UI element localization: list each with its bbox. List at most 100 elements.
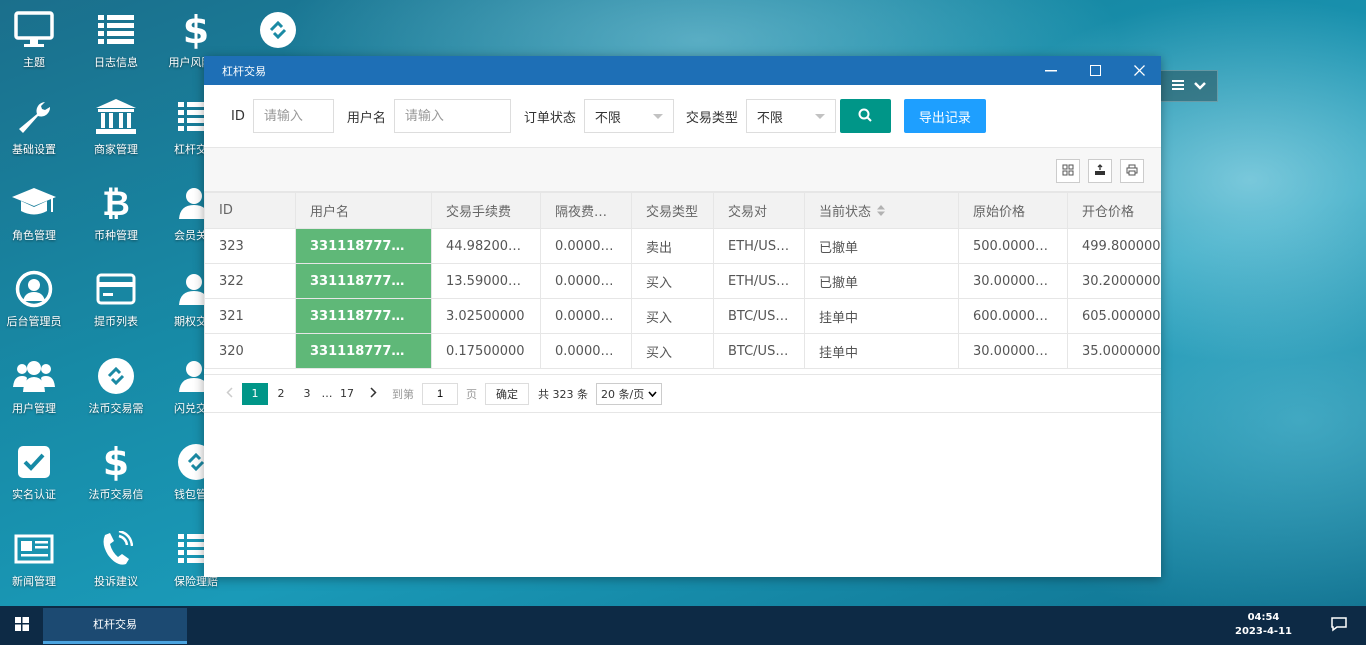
start-button[interactable] xyxy=(0,606,43,645)
desktop-icon-19[interactable]: 新闻管理 xyxy=(0,521,74,601)
columns-icon xyxy=(1062,164,1074,179)
cell-trade-type: 买入 xyxy=(631,333,714,369)
cell-pair: ETH/USDT xyxy=(713,263,805,299)
minimize-button[interactable] xyxy=(1029,56,1073,85)
top-menu-button[interactable] xyxy=(1160,70,1218,102)
page-size-value: 20 条/页 xyxy=(601,387,645,401)
table-row[interactable]: 321331118777@qq.com3.025000000.00000000买… xyxy=(204,298,1161,334)
cell-fee: 0.17500000 xyxy=(431,333,541,369)
chevron-left-icon xyxy=(225,386,233,401)
column-header-original-price[interactable]: 原始价格 xyxy=(958,192,1068,229)
users-icon xyxy=(12,354,56,398)
export-button[interactable] xyxy=(1088,159,1112,183)
desktop-icon-label: 币种管理 xyxy=(94,229,138,242)
dollar-icon: $ xyxy=(174,8,218,52)
goto-confirm-button[interactable]: 确定 xyxy=(485,382,529,405)
maximize-button[interactable] xyxy=(1073,56,1117,85)
close-button[interactable] xyxy=(1117,56,1161,85)
column-header-fee[interactable]: 交易手续费 xyxy=(431,192,541,229)
cell-trade-type: 买入 xyxy=(631,298,714,334)
desktop-icon-20[interactable]: 投诉建议 xyxy=(76,521,156,601)
chevron-down-icon xyxy=(1194,79,1206,93)
column-header-open-price[interactable]: 开仓价格 xyxy=(1067,192,1161,229)
column-header-trade-type[interactable]: 交易类型 xyxy=(631,192,714,229)
system-clock[interactable]: 04:54 2023-4-11 xyxy=(1235,611,1292,639)
desktop-icon-13[interactable]: 用户管理 xyxy=(0,348,74,428)
bank-icon xyxy=(94,95,138,139)
desktop-icon-label: 实名认证 xyxy=(12,488,56,501)
column-header-overnight-fee[interactable]: 隔夜费金额 xyxy=(540,192,632,229)
graduation-cap-icon xyxy=(12,181,56,225)
cell-status: 挂单中 xyxy=(804,333,959,369)
page-2-button[interactable]: 2 xyxy=(268,383,294,405)
columns-filter-button[interactable] xyxy=(1056,159,1080,183)
print-button[interactable] xyxy=(1120,159,1144,183)
window-titlebar[interactable]: 杠杆交易 xyxy=(204,56,1161,85)
desktop-icon-label: 用户管理 xyxy=(12,402,56,415)
column-header-status[interactable]: 当前状态 xyxy=(804,192,959,229)
cell-overnight-fee: 0.00000000 xyxy=(540,298,632,334)
sort-icon[interactable] xyxy=(877,205,886,220)
cell-pair: ETH/USDT xyxy=(713,228,805,264)
desktop-icon-5[interactable]: 商家管理 xyxy=(76,89,156,169)
column-header-id[interactable]: ID xyxy=(204,192,296,229)
search-button[interactable] xyxy=(839,99,891,133)
table-row[interactable]: 323331118777@qq.com44.982000000.00000000… xyxy=(204,228,1161,264)
column-header-pair[interactable]: 交易对 xyxy=(713,192,805,229)
table-scroll-area[interactable]: ID 用户名 交易手续费 隔夜费金额 交易类型 交易对 当前状态 原始价格 开仓… xyxy=(204,192,1161,374)
cell-original-price: 600.00000000 xyxy=(958,298,1068,334)
trade-type-label: 交易类型 xyxy=(685,110,738,126)
cell-username: 331118777@qq.com xyxy=(295,263,432,299)
user-circle-icon xyxy=(12,267,56,311)
dollar-icon: $ xyxy=(94,440,138,484)
cell-trade-type: 买入 xyxy=(631,263,714,299)
svg-text:₿: ₿ xyxy=(102,184,130,222)
desktop-icon-1[interactable]: 日志信息 xyxy=(76,2,156,82)
desktop-icon-11[interactable]: 提币列表 xyxy=(76,261,156,341)
desktop-icon-7[interactable]: 角色管理 xyxy=(0,175,74,255)
desktop-icon-label: 商家管理 xyxy=(94,143,138,156)
desktop-icon-14[interactable]: 法币交易需 xyxy=(76,348,156,428)
username-label: 用户名 xyxy=(346,110,386,126)
page-17-button[interactable]: 17 xyxy=(334,383,360,405)
page-suffix-label: 页 xyxy=(466,387,477,401)
desktop-icon-label: 新闻管理 xyxy=(12,575,56,588)
cell-pair: BTC/USDT xyxy=(713,333,805,369)
desktop-icon-8[interactable]: ₿ 币种管理 xyxy=(76,175,156,255)
cell-status: 已撤单 xyxy=(804,228,959,264)
desktop-icon-label: 法币交易信 xyxy=(88,488,144,501)
export-records-button[interactable]: 导出记录 xyxy=(903,99,986,133)
desktop-icon-16[interactable]: 实名认证 xyxy=(0,434,74,514)
search-icon xyxy=(858,108,873,125)
page-1-button[interactable]: 1 xyxy=(242,382,268,405)
check-square-icon xyxy=(12,440,56,484)
column-header-username[interactable]: 用户名 xyxy=(295,192,432,229)
goto-page-input[interactable] xyxy=(422,382,458,405)
desktop-icon-10[interactable]: 后台管理员 xyxy=(0,261,74,341)
page-size-select[interactable]: 20 条/页 xyxy=(596,382,663,405)
trade-type-select[interactable]: 不限 xyxy=(745,99,836,133)
page-3-button[interactable]: 3 xyxy=(294,383,320,405)
svg-text:$: $ xyxy=(184,11,208,49)
next-page-button[interactable] xyxy=(360,383,386,405)
clock-date: 2023-4-11 xyxy=(1234,626,1292,637)
table-row[interactable]: 320331118777@qq.com0.175000000.00000000买… xyxy=(204,333,1161,369)
order-status-select[interactable]: 不限 xyxy=(583,99,674,133)
username-input[interactable] xyxy=(393,99,511,133)
cell-original-price: 500.00000000 xyxy=(958,228,1068,264)
id-input[interactable] xyxy=(252,99,334,133)
prev-page-button[interactable] xyxy=(216,383,242,405)
cell-status: 挂单中 xyxy=(804,298,959,334)
notification-button[interactable] xyxy=(1330,615,1348,636)
desktop-icon-17[interactable]: $ 法币交易信 xyxy=(76,434,156,514)
phone-icon xyxy=(94,527,138,571)
table-row[interactable]: 322331118777@qq.com13.590000000.00000000… xyxy=(204,263,1161,299)
desktop-icon-label: 提币列表 xyxy=(94,315,138,328)
desktop-icon-label: 主题 xyxy=(23,56,45,69)
desktop-icon-4[interactable]: 基础设置 xyxy=(0,89,74,169)
print-icon xyxy=(1126,164,1138,179)
list-icon xyxy=(94,8,138,52)
filter-bar: ID 用户名 订单状态 不限 交易类型 不限 导出记录 xyxy=(204,85,1161,147)
desktop-icon-0[interactable]: 主题 xyxy=(0,2,74,82)
taskbar-item-leverage-trade[interactable]: 杠杆交易 xyxy=(43,607,187,644)
